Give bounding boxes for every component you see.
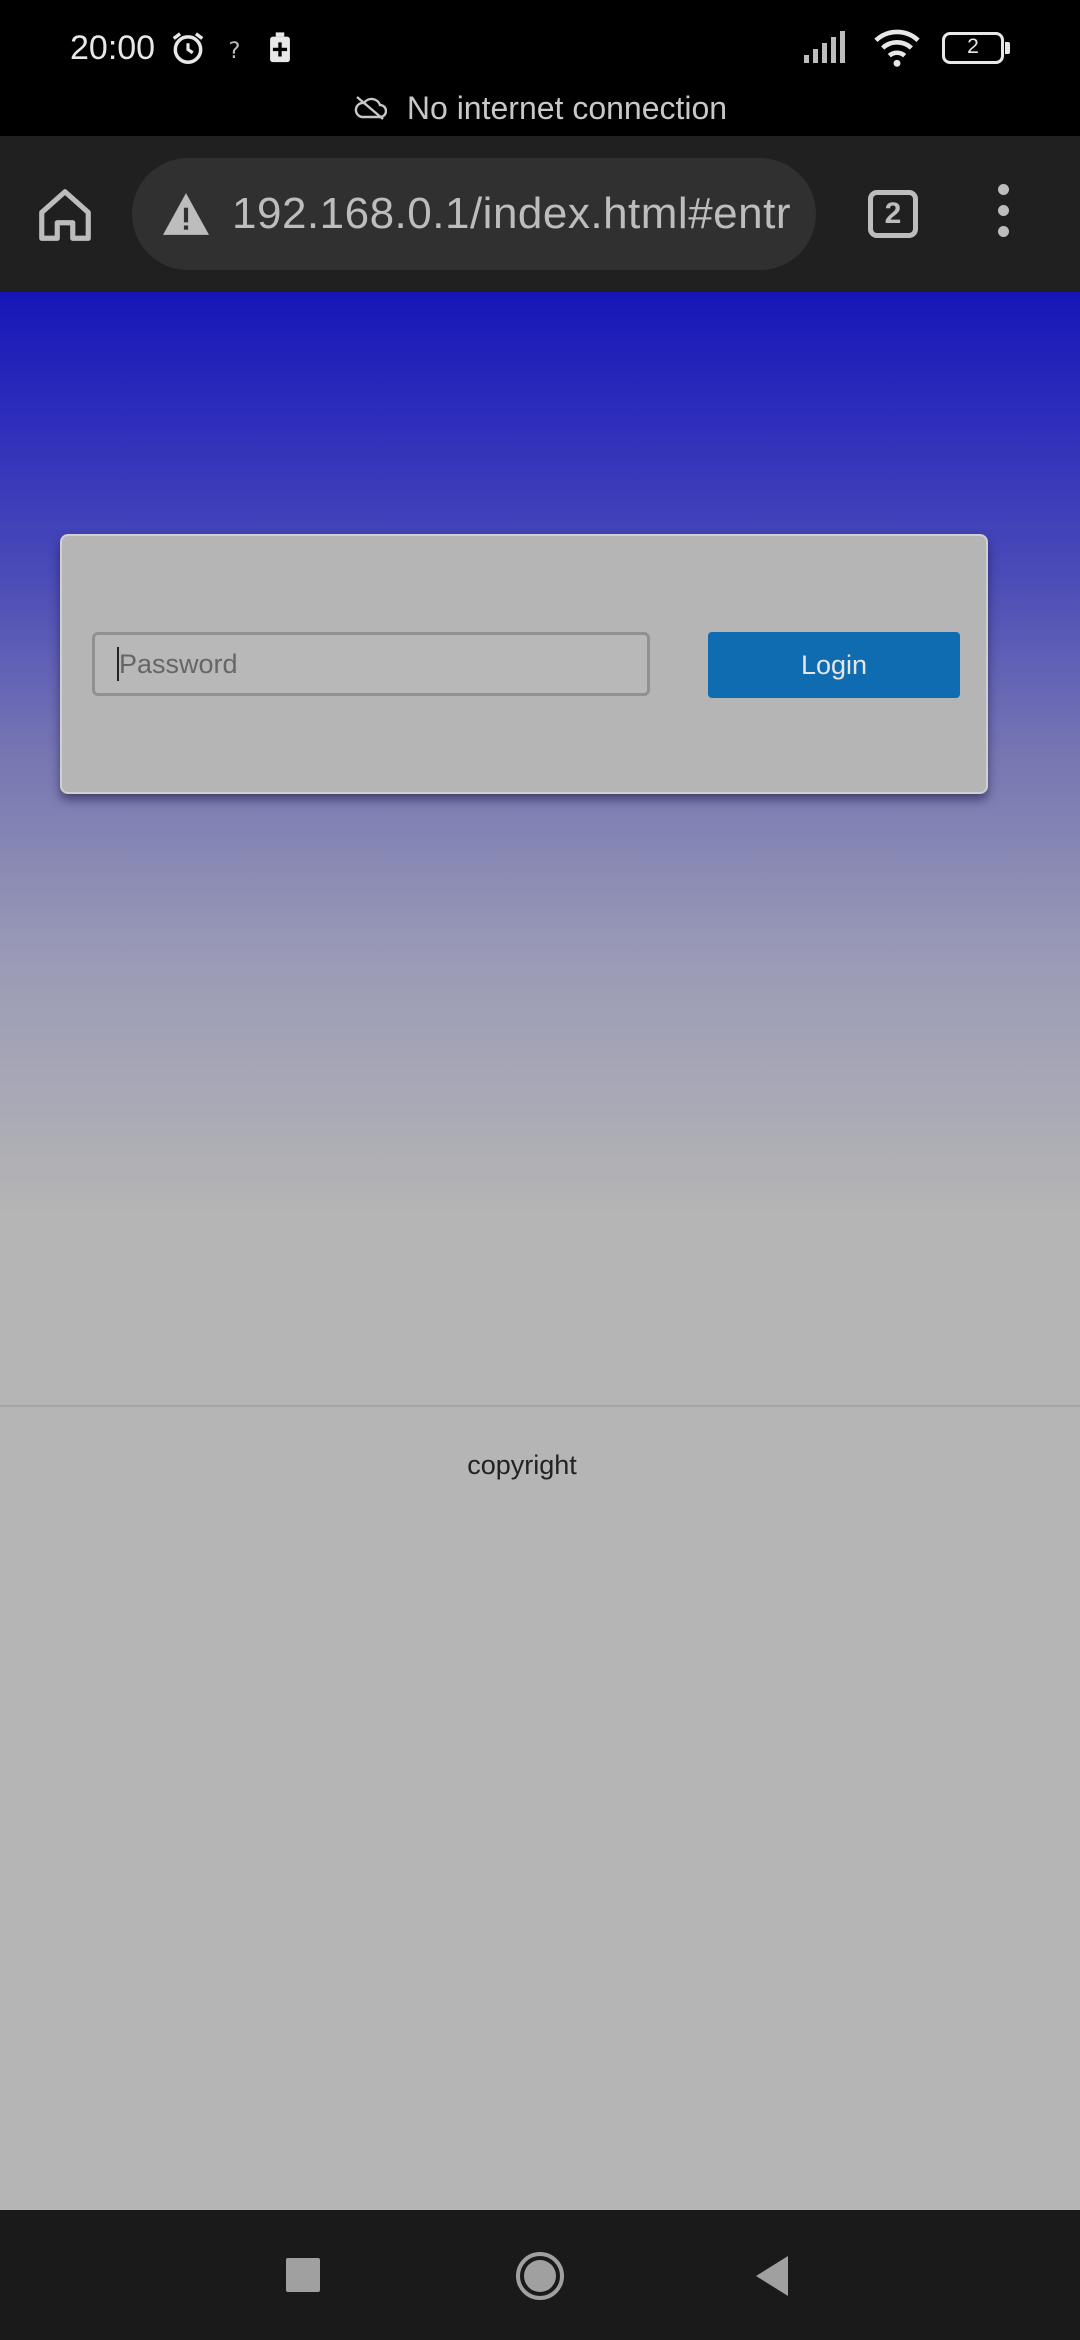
- offline-text: No internet connection: [406, 89, 728, 126]
- footer-divider: [0, 1405, 1080, 1407]
- system-nav-bar: [0, 2210, 1080, 2340]
- address-bar[interactable]: 192.168.0.1/index.html#entr: [132, 158, 816, 270]
- offline-banner: No internet connection: [0, 80, 1080, 136]
- copyright-text: copyright: [467, 1450, 577, 1480]
- home-icon[interactable]: [34, 184, 96, 246]
- alarm-icon: [172, 32, 204, 64]
- web-content: Login copyright: [0, 292, 1080, 2210]
- battery-level: 2: [967, 35, 979, 58]
- wifi-icon: [874, 29, 920, 67]
- cloud-off-icon: [354, 96, 387, 120]
- battery-saver-icon: [270, 32, 291, 63]
- browser-toolbar: 192.168.0.1/index.html#entr 2: [0, 136, 1080, 292]
- battery-icon: 2: [942, 32, 1010, 64]
- tab-count: 2: [884, 197, 902, 230]
- status-time: 20:00: [70, 28, 156, 67]
- wifi-help-icon: ?: [229, 38, 241, 63]
- recents-icon[interactable]: [286, 2258, 320, 2292]
- more-vert-icon[interactable]: [988, 184, 1018, 244]
- url-text[interactable]: 192.168.0.1/index.html#entr: [232, 189, 791, 239]
- tabs-icon[interactable]: 2: [868, 190, 918, 238]
- password-input[interactable]: [92, 632, 650, 696]
- back-icon[interactable]: [752, 2254, 792, 2298]
- login-card: Login: [60, 534, 988, 794]
- status-right: 2: [802, 28, 1010, 68]
- warning-icon: [163, 193, 209, 235]
- status-left: 20:00 ?: [70, 29, 295, 68]
- home-circle-icon[interactable]: [514, 2250, 566, 2302]
- text-caret: [117, 647, 119, 681]
- svg-text:?: ?: [229, 38, 241, 63]
- signal-icon: [804, 31, 845, 63]
- login-button[interactable]: Login: [708, 632, 960, 698]
